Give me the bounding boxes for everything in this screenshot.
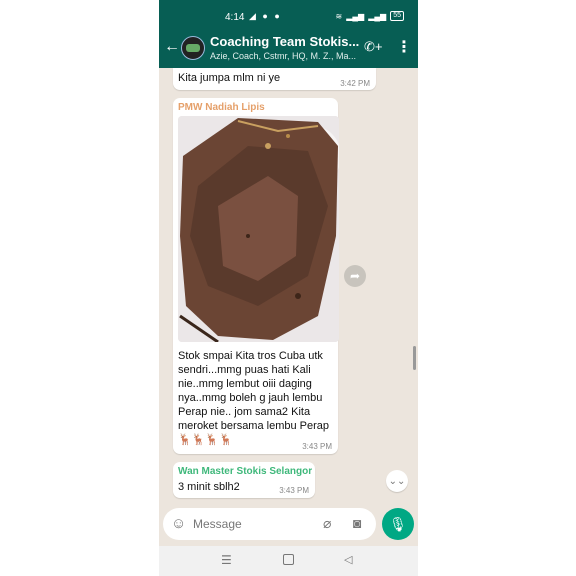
message-input[interactable]: Message [193, 517, 242, 531]
group-avatar[interactable] [181, 36, 205, 60]
message-text: 3 minit sblh2 [178, 481, 240, 493]
back-triangle-icon[interactable]: ◁ [344, 553, 352, 566]
emoji-icon[interactable]: ☺ [171, 515, 186, 532]
scrollbar-thumb[interactable] [413, 346, 416, 370]
phone-screen: 4:14 ◢ ● ● ≋ ▂▄▆ ▂▄▆ 55 ← Coaching Team … [159, 0, 418, 576]
beef-photo-icon [178, 116, 339, 342]
message-bubble[interactable]: Wan Master Stokis Selangor 3 minit sblh2… [173, 462, 315, 498]
forward-icon[interactable]: ➦ [344, 265, 366, 287]
message-body: Stok smpai Kita tros Cuba utk sendri...m… [178, 350, 330, 432]
camera-icon[interactable]: ◙ [353, 515, 361, 531]
home-icon[interactable] [283, 554, 294, 565]
more-options-icon[interactable]: ⋮ [396, 37, 412, 57]
android-nav-bar: ☰ ◁ [159, 546, 418, 576]
wifi-icon: ≋ [335, 11, 343, 21]
message-composer[interactable]: ☺ Message ⌀ ◙ [163, 508, 376, 540]
add-call-icon[interactable]: ✆+ [364, 39, 382, 55]
notification-icons: ◢ ● ● [249, 11, 282, 21]
mic-button[interactable]: 🎙 [382, 508, 414, 540]
message-photo[interactable] [178, 116, 339, 342]
group-members[interactable]: Azie, Coach, Cstmr, HQ, M. Z., Ma... [210, 51, 360, 61]
attach-icon[interactable]: ⌀ [323, 515, 331, 532]
message-time: 3:43 PM [302, 442, 332, 451]
message-text: Kita jumpa mlm ni ye [178, 72, 281, 84]
chat-header[interactable]: ← Coaching Team Stokis... Azie, Coach, C… [159, 30, 418, 68]
status-bar: 4:14 ◢ ● ● ≋ ▂▄▆ ▂▄▆ 55 [159, 0, 418, 30]
message-bubble[interactable]: Kita jumpa mlm ni ye 3:42 PM [173, 68, 376, 90]
mic-icon: 🎙 [389, 515, 407, 532]
status-time: 4:14 [225, 12, 245, 23]
message-text: Stok smpai Kita tros Cuba utk sendri...m… [178, 349, 336, 447]
message-bubble-image[interactable]: PMW Nadiah Lipis Stok smpai Kita tros Cu… [173, 98, 339, 454]
scroll-down-icon[interactable]: ⌄⌄ [386, 470, 408, 492]
group-title[interactable]: Coaching Team Stokis... [210, 34, 360, 49]
sender-name[interactable]: Wan Master Stokis Selangor [178, 466, 312, 477]
signal-icon-2: ▂▄▆ [368, 11, 387, 21]
battery-icon: 55 [390, 11, 404, 21]
deer-emoji: 🦌🦌🦌🦌 [178, 434, 233, 446]
message-time: 3:42 PM [340, 79, 370, 88]
back-arrow-icon[interactable]: ← [164, 38, 180, 56]
signal-icon: ▂▄▆ [346, 11, 365, 21]
system-icons: ≋ ▂▄▆ ▂▄▆ 55 [336, 11, 404, 21]
sender-name[interactable]: PMW Nadiah Lipis [178, 102, 265, 113]
message-time: 3:43 PM [279, 486, 309, 495]
recents-icon[interactable]: ☰ [221, 553, 232, 567]
